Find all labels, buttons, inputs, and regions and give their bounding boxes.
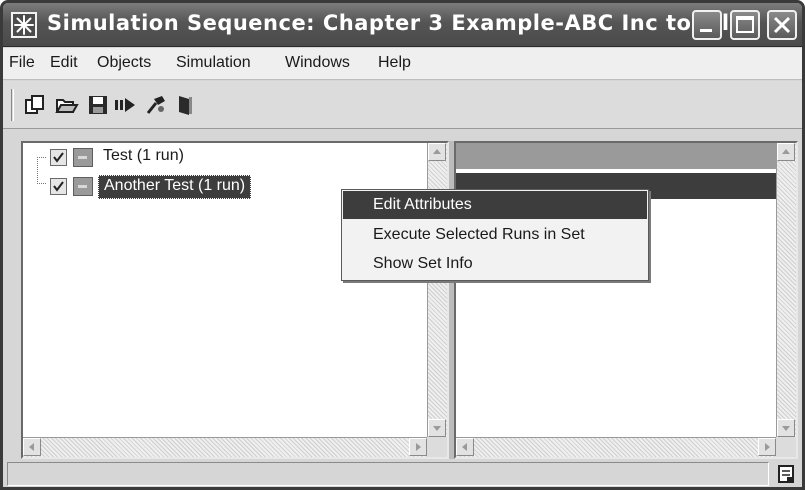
menu-item-show-set-info[interactable]: Show Set Info xyxy=(343,250,647,278)
tree-item-label[interactable]: Another Test (1 run) xyxy=(98,175,252,199)
simulation-set-icon xyxy=(73,177,93,196)
arrow-right-icon xyxy=(416,443,421,451)
window-title: Simulation Sequence: Chapter 3 Example-A… xyxy=(47,11,756,35)
maximize-button[interactable] xyxy=(730,10,760,40)
arrow-up-icon xyxy=(782,149,790,154)
menu-item-execute-selected-runs[interactable]: Execute Selected Runs in Set xyxy=(343,221,647,249)
arrow-down-icon xyxy=(433,426,441,431)
tree-item-checkbox[interactable] xyxy=(50,178,67,195)
save-icon[interactable] xyxy=(86,93,110,117)
tools-icon[interactable] xyxy=(144,93,168,117)
checkmark-icon xyxy=(53,181,64,192)
tree-item-checkbox[interactable] xyxy=(50,149,67,166)
scroll-corner xyxy=(776,437,796,457)
main-window: Simulation Sequence: Chapter 3 Example-A… xyxy=(0,0,805,490)
close-icon xyxy=(773,16,791,34)
close-button[interactable] xyxy=(767,10,797,40)
minimize-icon xyxy=(700,29,712,32)
menu-item-edit-attributes[interactable]: Edit Attributes xyxy=(343,191,647,219)
scroll-up-arrow[interactable] xyxy=(428,143,446,161)
menu-windows[interactable]: Windows xyxy=(285,54,350,72)
maximize-icon xyxy=(736,16,754,33)
scroll-right-arrow[interactable] xyxy=(409,438,427,456)
vertical-scrollbar[interactable] xyxy=(427,143,447,437)
open-folder-icon[interactable] xyxy=(55,93,79,117)
scroll-up-arrow[interactable] xyxy=(777,143,795,161)
tree-item[interactable]: Test (1 run) xyxy=(23,145,433,171)
status-text xyxy=(7,462,769,486)
arrow-up-icon xyxy=(433,149,441,154)
toolbar-grip[interactable] xyxy=(11,89,14,121)
tree-item-label[interactable]: Test (1 run) xyxy=(98,146,189,170)
menu-objects[interactable]: Objects xyxy=(97,54,151,72)
checkmark-icon xyxy=(53,152,64,163)
toolbar xyxy=(3,81,802,129)
arrow-right-icon xyxy=(765,443,770,451)
details-header xyxy=(456,143,776,169)
arrow-left-icon xyxy=(29,443,34,451)
status-log-icon[interactable] xyxy=(775,463,797,485)
star-burst-icon[interactable] xyxy=(11,12,37,38)
status-bar xyxy=(3,461,802,487)
menu-simulation[interactable]: Simulation xyxy=(176,54,251,72)
menu-file[interactable]: File xyxy=(9,54,35,72)
simulation-set-icon xyxy=(73,148,93,167)
vertical-scrollbar[interactable] xyxy=(776,143,796,437)
minimize-button[interactable] xyxy=(692,10,722,40)
horizontal-scrollbar[interactable] xyxy=(456,437,776,457)
run-simulation-icon[interactable] xyxy=(113,93,137,117)
arrow-down-icon xyxy=(782,426,790,431)
exit-door-icon[interactable] xyxy=(173,93,197,117)
scroll-left-arrow[interactable] xyxy=(456,438,474,456)
horizontal-scrollbar[interactable] xyxy=(23,437,427,457)
scroll-left-arrow[interactable] xyxy=(23,438,41,456)
menu-bar: File Edit Objects Simulation Windows Hel… xyxy=(3,48,802,80)
new-icon[interactable] xyxy=(23,93,47,117)
scroll-down-arrow[interactable] xyxy=(428,419,446,437)
scroll-right-arrow[interactable] xyxy=(758,438,776,456)
arrow-left-icon xyxy=(462,443,467,451)
menu-edit[interactable]: Edit xyxy=(50,54,78,72)
title-bar[interactable]: Simulation Sequence: Chapter 3 Example-A… xyxy=(3,3,802,47)
scroll-corner xyxy=(427,437,447,457)
menu-help[interactable]: Help xyxy=(378,54,411,72)
scroll-down-arrow[interactable] xyxy=(777,419,795,437)
context-menu: Edit Attributes Execute Selected Runs in… xyxy=(341,189,649,281)
